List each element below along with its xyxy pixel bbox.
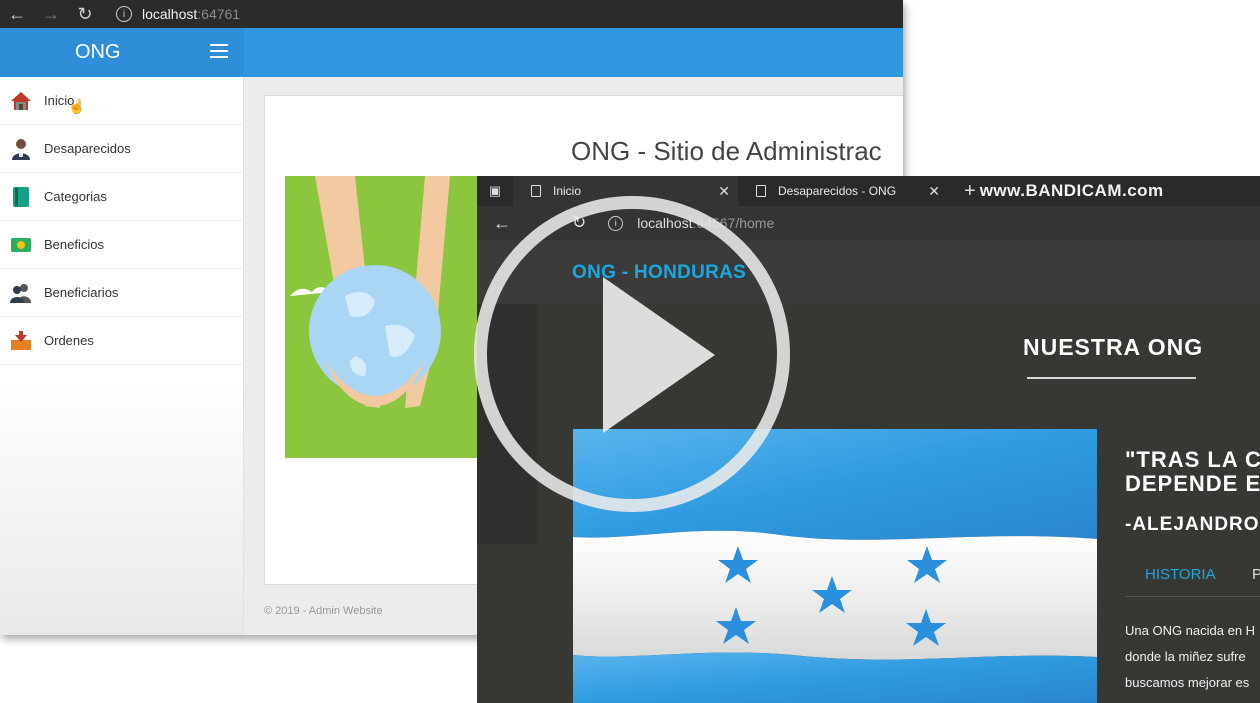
brand-label: ONG	[75, 41, 121, 63]
info-icon[interactable]: i	[116, 6, 132, 22]
page-title: ONG - Sitio de Administrac	[571, 136, 882, 166]
quote-line: "TRAS LA C	[1125, 447, 1260, 472]
tabs-divider	[1125, 596, 1260, 597]
url-port: :64761	[197, 6, 241, 22]
sidebar-item-label: Desaparecidos	[44, 141, 131, 156]
play-button-icon[interactable]	[474, 196, 790, 512]
sidebar-item-label: Beneficios	[44, 237, 104, 252]
back-arrow-icon[interactable]: ←	[477, 213, 527, 234]
hamburger-menu-icon[interactable]	[210, 44, 228, 58]
screenshot-stage: ← → ↻ i localhost:64761 ONG Inicio ☝ Des…	[0, 0, 1260, 703]
admin-sidebar: Inicio ☝ Desaparecidos Categorias Benefi…	[0, 77, 244, 635]
section-title: NUESTRA ONG	[1023, 334, 1204, 360]
sidebar-item-label: Ordenes	[44, 333, 94, 348]
hand-cursor-icon: ☝	[68, 98, 86, 114]
tab-next[interactable]: P	[1252, 566, 1260, 583]
close-icon[interactable]: ✕	[718, 183, 730, 200]
forward-arrow-icon[interactable]: →	[34, 4, 68, 25]
sidebar-item-ordenes[interactable]: Ordenes	[0, 317, 243, 365]
paragraph-line: buscamos mejorar es	[1125, 675, 1250, 690]
tab-label: Inicio	[553, 184, 582, 198]
quote-author: -ALEJANDRO	[1125, 514, 1260, 535]
url-host: localhost	[142, 6, 198, 22]
tab-label: Desaparecidos - ONG	[778, 184, 897, 198]
sidebar-item-categorias[interactable]: Categorias	[0, 173, 243, 221]
sidebar-item-desaparecidos[interactable]: Desaparecidos	[0, 125, 243, 173]
admin-topbar: ONG	[0, 28, 903, 77]
new-tab-icon[interactable]: +	[964, 180, 976, 203]
tab-desaparecidos[interactable]: Desaparecidos - ONG ✕	[738, 176, 948, 206]
inbox-icon	[10, 330, 32, 352]
sidebar-item-beneficiarios[interactable]: Beneficiarios	[0, 269, 243, 317]
reload-icon[interactable]: ↻	[68, 4, 102, 25]
close-icon[interactable]: ✕	[928, 183, 940, 200]
admin-brand[interactable]: ONG	[0, 28, 244, 77]
admin-footer: © 2019 - Admin Website	[264, 605, 383, 617]
sidebar-item-inicio[interactable]: Inicio ☝	[0, 77, 243, 125]
quote-text: "TRAS LA C DEPENDE E	[1125, 448, 1260, 496]
money-icon	[10, 234, 32, 256]
tab-historia[interactable]: HISTORIA	[1145, 566, 1216, 583]
page-icon	[756, 185, 766, 197]
history-paragraph: Una ONG nacida en H donde la miñez sufre…	[1125, 618, 1255, 696]
address-bar[interactable]: localhost:64761	[142, 6, 240, 22]
bandicam-watermark: www.BANDICAM.com	[979, 181, 1164, 200]
play-triangle-icon	[603, 277, 715, 433]
home-icon	[10, 90, 32, 112]
page-icon	[531, 185, 541, 197]
sidebar-item-beneficios[interactable]: Beneficios	[0, 221, 243, 269]
paragraph-line: Una ONG nacida en H	[1125, 623, 1256, 638]
sidebar-item-label: Beneficiarios	[44, 285, 119, 300]
quote-line: DEPENDE E	[1125, 471, 1260, 496]
paragraph-line: donde la miñez sufre	[1125, 649, 1246, 664]
users-icon	[10, 282, 32, 304]
back-arrow-icon[interactable]: ←	[0, 4, 34, 25]
browser-toolbar: ← → ↻ i localhost:64761	[0, 0, 903, 28]
sidebar-item-label: Categorias	[44, 189, 107, 204]
window-menu-icon[interactable]: ▣	[477, 183, 513, 199]
book-icon	[10, 186, 32, 208]
hands-globe-illustration	[285, 176, 485, 458]
section-divider	[1027, 377, 1196, 379]
person-icon	[10, 138, 32, 160]
